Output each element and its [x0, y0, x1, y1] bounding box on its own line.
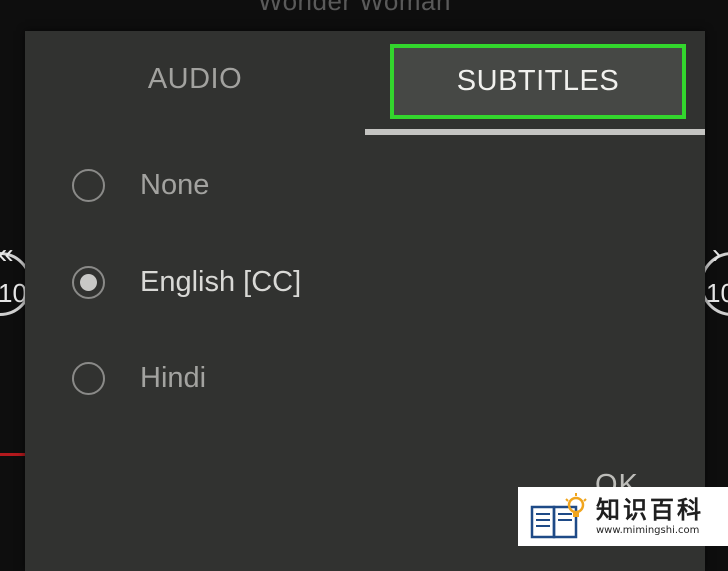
- watermark-url: www.mimingshi.com: [596, 524, 700, 536]
- active-tab-underline: [365, 129, 705, 135]
- subtitle-option-none[interactable]: None: [72, 165, 209, 205]
- forward-icon: ›: [712, 238, 722, 269]
- rewind-10-button[interactable]: « 10: [0, 238, 32, 338]
- tab-subtitles[interactable]: SUBTITLES: [390, 44, 686, 119]
- tab-audio[interactable]: AUDIO: [95, 51, 295, 107]
- movie-title: Wonder Woman: [258, 0, 451, 16]
- forward-seconds-label: 10: [706, 278, 728, 308]
- subtitle-option-english-cc[interactable]: English [CC]: [72, 262, 301, 302]
- watermark-chinese-text: 知识百科: [596, 495, 704, 524]
- watermark: 知识百科 www.mimingshi.com: [518, 487, 728, 546]
- radio-button[interactable]: [72, 361, 105, 395]
- rewind-seconds-label: 10: [0, 278, 27, 308]
- radio-button-selected[interactable]: [72, 265, 105, 299]
- subtitle-option-label: English [CC]: [140, 265, 302, 298]
- subtitle-option-hindi[interactable]: Hindi: [72, 358, 206, 398]
- book-lightbulb-logo-icon: [530, 492, 588, 541]
- subtitle-option-label: None: [140, 168, 210, 201]
- rewind-icon: «: [0, 238, 14, 270]
- radio-button[interactable]: [72, 168, 105, 202]
- subtitle-option-label: Hindi: [140, 361, 207, 394]
